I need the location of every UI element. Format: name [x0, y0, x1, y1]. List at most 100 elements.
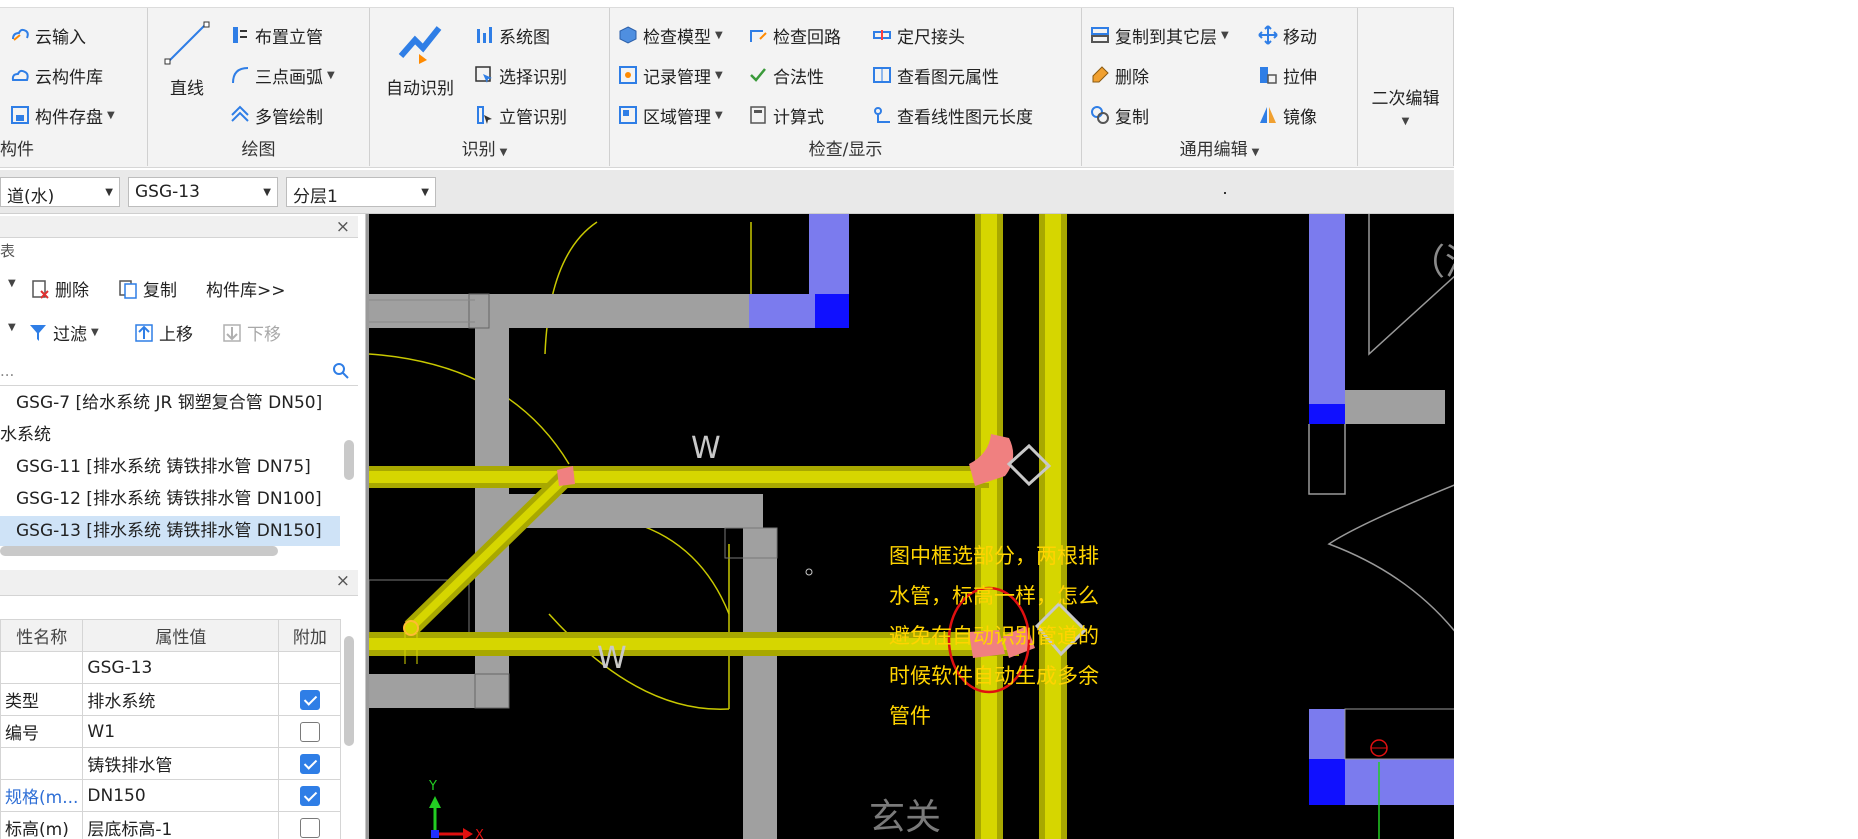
app-window: 云输入 云构件库 构件存盘 ▼ 构件 直线 布置立管 三点画弧 ▼ 多管绘制 绘… [0, 0, 1858, 839]
y-axis-arrowhead [429, 796, 441, 808]
filter-icon [28, 323, 48, 343]
blue-column [1345, 759, 1454, 805]
property-extra-empty [278, 651, 342, 684]
auto-recognize-button[interactable]: 自动识别 [386, 20, 454, 99]
component-select[interactable]: GSG-13 ▼ [128, 177, 278, 207]
tree-item-gsg13[interactable]: GSG-13 [排水系统 铸铁排水管 DN150] [0, 516, 340, 546]
legality-button[interactable]: 合法性 [748, 60, 824, 90]
mirror-button[interactable]: 镜像 [1258, 100, 1317, 130]
copy-to-other-layer-button[interactable]: 复制到其它层 ▼ [1090, 20, 1229, 50]
tree-group-drainage[interactable]: 水系统 [0, 420, 340, 450]
general-edit-group-label-wrap[interactable]: 通用编辑 ▼ [1082, 135, 1357, 160]
chevron-down-icon: ▼ [327, 69, 335, 81]
copy-button[interactable]: 复制 [1090, 100, 1149, 130]
recognize-group-label-wrap[interactable]: 识别 ▼ [370, 135, 609, 160]
property-name [0, 651, 84, 684]
property-value[interactable]: 层底标高-1 [82, 811, 280, 839]
area-icon [618, 105, 638, 125]
table-row[interactable]: 类型 排水系统 [0, 683, 342, 716]
extra-checkbox[interactable] [299, 817, 320, 838]
property-name: 规格(m... [0, 779, 84, 812]
fixed-joint-button[interactable]: 定尺接头 [872, 20, 965, 50]
view-linear-length-button[interactable]: 查看线性图元长度 [872, 100, 1033, 130]
property-value[interactable]: 铸铁排水管 [82, 747, 280, 780]
place-riser-button[interactable]: 布置立管 [230, 20, 323, 50]
delete-button[interactable]: 删除 [1090, 60, 1149, 90]
move-button[interactable]: 移动 [1258, 20, 1317, 50]
door-arc [548, 613, 730, 710]
component-library-button[interactable]: 构件库>> [206, 276, 286, 301]
loop-icon [748, 25, 768, 45]
filter-button[interactable]: 过滤 ▼ [28, 320, 99, 345]
extra-checkbox[interactable] [299, 785, 320, 806]
move-down-button[interactable]: 下移 [222, 320, 281, 345]
column-header-extra: 附加 [278, 619, 342, 652]
system-diagram-button[interactable]: 系统图 [474, 20, 550, 50]
system-type-select[interactable]: 道(水) ▼ [0, 177, 120, 207]
copy-component-button[interactable]: 复制 [118, 276, 177, 301]
component-panel-header: × [0, 216, 358, 238]
view-element-props-button[interactable]: 查看图元属性 [872, 60, 999, 90]
property-value[interactable]: GSG-13 [82, 651, 280, 684]
ribbon-group-general-edit: 复制到其它层 ▼ 删除 复制 移动 拉伸 镜像 通用编辑 ▼ [1082, 8, 1358, 166]
close-icon[interactable]: × [336, 217, 350, 237]
property-value[interactable]: 排水系统 [82, 683, 280, 716]
table-row[interactable]: 标高(m) 层底标高-1 [0, 811, 342, 839]
tree-item-gsg7[interactable]: GSG-7 [给水系统 JR 钢塑复合管 DN50] [0, 388, 340, 418]
multi-pipe-draw-button[interactable]: 多管绘制 [230, 100, 323, 130]
tree-item-gsg12[interactable]: GSG-12 [排水系统 铸铁排水管 DN100] [0, 484, 340, 514]
drawing-canvas[interactable]: W W （消 玄关 Y X 图中框选部分，两根排 水管，标高一样，怎么 避免在自… [366, 214, 1454, 839]
extra-checkbox[interactable] [299, 689, 320, 710]
cloud-input-button[interactable]: 云输入 [10, 20, 86, 50]
table-row[interactable]: 铸铁排水管 [0, 747, 342, 780]
component-search-input[interactable]: ... [0, 358, 358, 386]
cloud-library-button[interactable]: 云构件库 [10, 60, 103, 90]
copy-to-other-layer-label: 复制到其它层 [1115, 27, 1217, 48]
tree-horizontal-scrollbar[interactable] [0, 546, 278, 556]
cursor-dot [1224, 192, 1226, 194]
stretch-icon [1258, 65, 1278, 85]
close-icon[interactable]: × [336, 571, 350, 591]
layer-select[interactable]: 分层1 ▼ [286, 177, 436, 207]
check-model-button[interactable]: 检查模型 ▼ [618, 20, 723, 50]
secondary-edit-button[interactable]: 二次编辑 ▼ [1358, 84, 1453, 129]
riser-recognize-button[interactable]: 立管识别 [474, 100, 567, 130]
save-component-button[interactable]: 构件存盘 ▼ [10, 100, 115, 130]
stretch-button[interactable]: 拉伸 [1258, 60, 1317, 90]
property-table: 性名称 属性值 附加 GSG-13 类型 排水系统 编号 W1 铸铁排水管 规格… [0, 619, 342, 839]
copy-icon [1090, 105, 1110, 125]
blue-column [809, 214, 849, 294]
wall-outline [1308, 424, 1346, 495]
tree-item-gsg11[interactable]: GSG-11 [排水系统 铸铁排水管 DN75] [0, 452, 340, 482]
column-header-value: 属性值 [82, 619, 280, 652]
delete-component-button[interactable]: 删除 [30, 276, 89, 301]
system-type-value: 道(水) [7, 187, 55, 207]
extra-checkbox[interactable] [299, 753, 320, 774]
record-manage-button[interactable]: 记录管理 ▼ [618, 60, 723, 90]
property-value[interactable]: W1 [82, 715, 280, 748]
table-row[interactable]: GSG-13 [0, 651, 342, 684]
tree-vertical-scrollbar[interactable] [344, 440, 354, 480]
move-up-button[interactable]: 上移 [134, 320, 193, 345]
table-row[interactable]: 规格(m... DN150 [0, 779, 342, 812]
property-value[interactable]: DN150 [82, 779, 280, 812]
line-tool-button[interactable]: 直线 [164, 20, 210, 99]
property-vertical-scrollbar[interactable] [344, 636, 354, 746]
filter-label: 过滤 [53, 325, 87, 345]
formula-button[interactable]: 计算式 [748, 100, 824, 130]
table-row[interactable]: 编号 W1 [0, 715, 342, 748]
formula-label: 计算式 [773, 107, 824, 128]
arrow-down-icon [222, 323, 242, 343]
toolbar2-caret[interactable]: ▼ [4, 322, 16, 333]
area-manage-button[interactable]: 区域管理 ▼ [618, 100, 723, 130]
search-icon[interactable] [332, 362, 350, 384]
extra-checkbox[interactable] [299, 721, 320, 742]
room-label: 玄关 [869, 797, 941, 838]
x-axis-arrowhead [463, 828, 473, 839]
three-point-arc-button[interactable]: 三点画弧 ▼ [230, 60, 335, 90]
component-library-label: 构件库>> [206, 281, 286, 301]
new-dropdown-caret[interactable]: ▼ [4, 278, 16, 289]
chevron-down-icon: ▼ [421, 187, 429, 198]
select-recognize-button[interactable]: 选择识别 [474, 60, 567, 90]
check-loop-button[interactable]: 检查回路 [748, 20, 841, 50]
